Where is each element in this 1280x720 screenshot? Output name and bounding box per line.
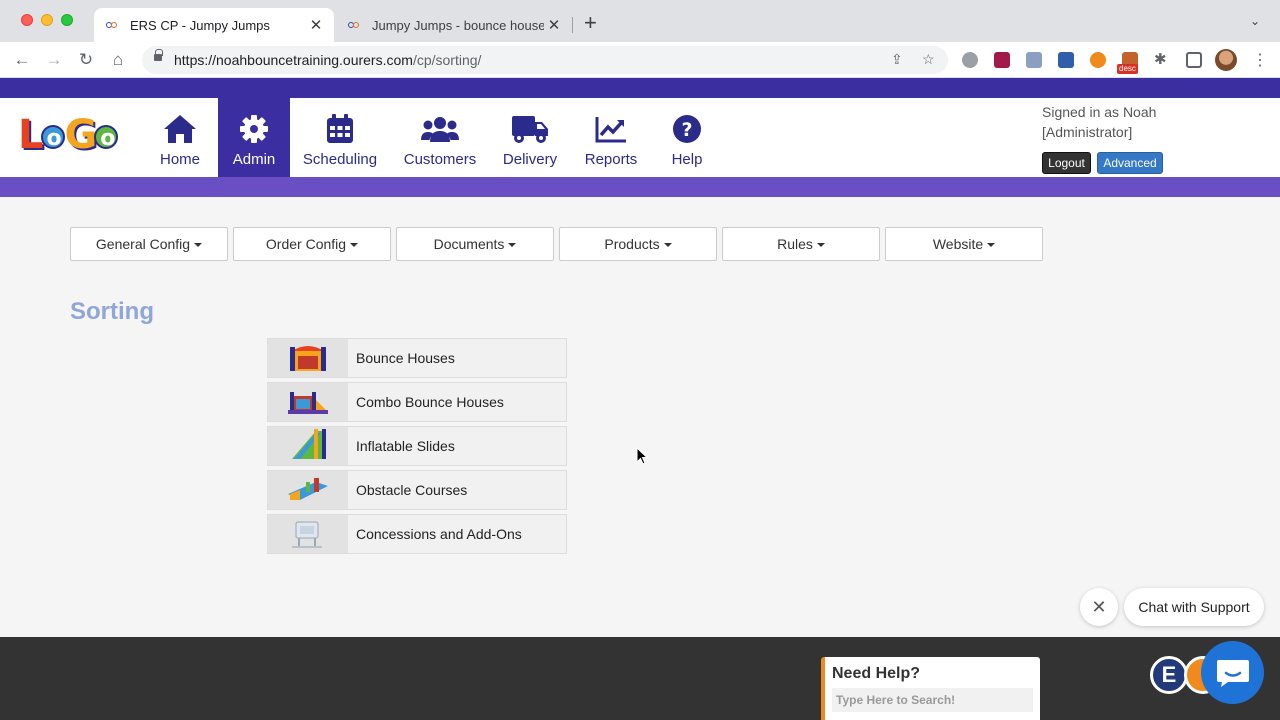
chat-with-support-button[interactable]: Chat with Support	[1124, 588, 1264, 626]
side-panel-icon[interactable]	[1186, 52, 1202, 68]
caret-down-icon	[816, 243, 825, 248]
lock-icon	[154, 49, 163, 61]
caret-down-icon	[194, 243, 203, 248]
browser-menu-icon[interactable]: ⋮	[1252, 50, 1268, 70]
page-title: Sorting	[70, 298, 154, 325]
nav-reports[interactable]: Reports	[580, 98, 642, 177]
share-icon[interactable]: ⇪	[891, 51, 903, 68]
nav-home[interactable]: Home	[146, 98, 214, 177]
nav-scheduling[interactable]: Scheduling	[300, 98, 380, 177]
svg-text:?: ?	[681, 119, 692, 141]
category-name: Obstacle Courses	[356, 482, 468, 498]
caret-down-icon	[663, 243, 672, 248]
chart-line-icon	[580, 112, 642, 146]
category-row-bounce-houses[interactable]: Bounce Houses	[267, 338, 567, 378]
extension-settings-icon[interactable]	[962, 52, 978, 68]
category-row-concessions-addons[interactable]: Concessions and Add-Ons	[267, 514, 567, 554]
home-browser-icon[interactable]: ⌂	[108, 50, 128, 70]
users-icon	[398, 112, 482, 146]
browser-tab-inactive[interactable]: Jumpy Jumps - bounce house ✕	[336, 8, 572, 42]
category-row-obstacle-courses[interactable]: Obstacle Courses	[267, 470, 567, 510]
category-name: Combo Bounce Houses	[356, 394, 504, 410]
tab-close-icon[interactable]: ✕	[306, 16, 326, 34]
window-zoom-button[interactable]	[61, 14, 73, 26]
caret-down-icon	[508, 243, 517, 248]
nav-customers[interactable]: Customers	[398, 98, 482, 177]
header-sub-stripe	[0, 177, 1280, 197]
category-row-inflatable-slides[interactable]: Inflatable Slides	[267, 426, 567, 466]
window-minimize-button[interactable]	[41, 14, 53, 26]
category-name: Inflatable Slides	[356, 438, 455, 454]
extension-badge: desc	[1117, 64, 1138, 74]
url-text: https://noahbouncetraining.ourers.com/cp…	[174, 52, 482, 68]
reload-icon[interactable]: ↻	[76, 50, 96, 70]
site-logo[interactable]: LoGo	[18, 110, 128, 160]
caret-down-icon	[987, 243, 996, 248]
back-arrow-icon[interactable]: ←	[12, 50, 32, 70]
category-name: Concessions and Add-Ons	[356, 526, 522, 542]
page-footer	[0, 637, 1280, 720]
chat-bubble-icon	[1216, 659, 1249, 687]
advanced-button[interactable]: Advanced	[1097, 152, 1163, 174]
order-config-dropdown[interactable]: Order Config	[233, 227, 391, 261]
tab-search-chevron-icon[interactable]: ⌄	[1250, 14, 1260, 28]
category-name: Bounce Houses	[356, 350, 455, 366]
profile-avatar[interactable]	[1215, 49, 1237, 71]
website-dropdown[interactable]: Website	[885, 227, 1043, 261]
window-close-button[interactable]	[21, 14, 33, 26]
extension-search-icon[interactable]	[1058, 52, 1074, 68]
header-top-stripe	[0, 78, 1280, 98]
tab-title: ERS CP - Jumpy Jumps	[130, 17, 270, 33]
calendar-icon	[300, 112, 380, 146]
chat-close-button[interactable]: ✕	[1080, 588, 1118, 626]
category-row-combo-bounce-houses[interactable]: Combo Bounce Houses	[267, 382, 567, 422]
truck-icon	[498, 112, 562, 146]
chat-launcher-button[interactable]	[1201, 641, 1264, 704]
inflatable-slide-thumbnail	[268, 427, 348, 465]
ers-favicon-icon	[348, 20, 364, 30]
products-dropdown[interactable]: Products	[559, 227, 717, 261]
documents-dropdown[interactable]: Documents	[396, 227, 554, 261]
gear-icon	[218, 112, 290, 146]
question-icon: ?	[662, 112, 712, 146]
extension-image-icon[interactable]	[1026, 52, 1042, 68]
tab-title: Jumpy Jumps - bounce house	[372, 17, 544, 33]
bookmark-star-icon[interactable]: ☆	[922, 51, 935, 68]
tab-close-icon[interactable]: ✕	[544, 16, 564, 34]
ers-favicon-icon	[106, 20, 122, 30]
mouse-cursor-icon	[636, 446, 649, 470]
extensions-puzzle-icon[interactable]: ✱	[1154, 50, 1170, 68]
rules-dropdown[interactable]: Rules	[722, 227, 880, 261]
help-search-input[interactable]	[832, 688, 1033, 712]
extension-calendar-icon[interactable]	[994, 52, 1010, 68]
bounce-house-thumbnail	[268, 339, 348, 377]
general-config-dropdown[interactable]: General Config	[70, 227, 228, 261]
browser-tab-active[interactable]: ERS CP - Jumpy Jumps ✕	[94, 8, 334, 42]
help-search-widget: Need Help?	[821, 657, 1040, 720]
browser-tab-strip: ERS CP - Jumpy Jumps ✕ Jumpy Jumps - bou…	[0, 0, 1280, 42]
extension-duckduckgo-icon[interactable]	[1090, 52, 1106, 68]
signed-in-status: Signed in as Noah [Administrator]	[1042, 104, 1157, 140]
help-widget-title: Need Help?	[832, 665, 921, 682]
address-bar[interactable]: https://noahbouncetraining.ourers.com/cp…	[142, 46, 948, 74]
tab-separator	[572, 17, 573, 33]
concessions-thumbnail	[268, 515, 348, 553]
ers-badge-icon: E	[1150, 656, 1188, 694]
obstacle-course-thumbnail	[268, 471, 348, 509]
nav-help[interactable]: ? Help	[662, 98, 712, 177]
home-icon	[146, 112, 214, 146]
forward-arrow-icon[interactable]: →	[44, 50, 64, 70]
new-tab-icon[interactable]: +	[584, 12, 597, 34]
caret-down-icon	[350, 243, 359, 248]
nav-delivery[interactable]: Delivery	[498, 98, 562, 177]
nav-admin[interactable]: Admin	[218, 98, 290, 177]
browser-toolbar: ← → ↻ ⌂ https://noahbouncetraining.ourer…	[0, 42, 1280, 78]
combo-bounce-thumbnail	[268, 383, 348, 421]
logout-button[interactable]: Logout	[1042, 152, 1091, 174]
